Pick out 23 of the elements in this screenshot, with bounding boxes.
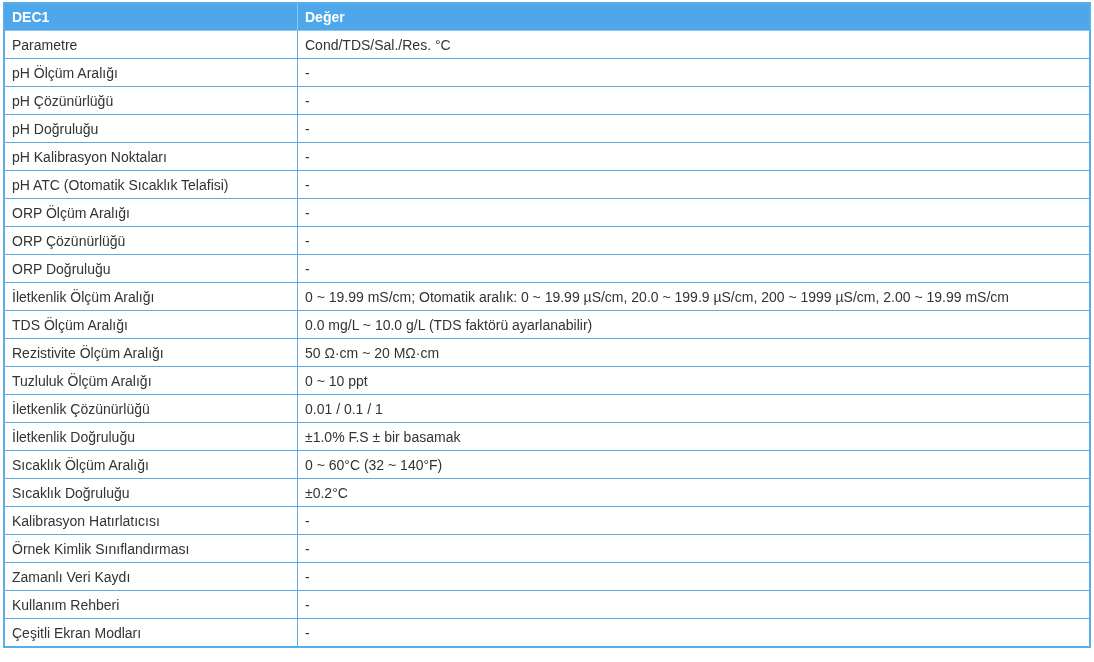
table-cell: Rezistivite Ölçüm Aralığı xyxy=(4,338,298,367)
table-cell: ORP Ölçüm Aralığı xyxy=(4,198,298,227)
table-cell: ORP Çözünürlüğü xyxy=(4,226,298,255)
table-cell: TDS Ölçüm Aralığı xyxy=(4,310,298,339)
table-cell: ORP Doğruluğu xyxy=(4,254,298,283)
table-cell: Kalibrasyon Hatırlatıcısı xyxy=(4,506,298,535)
table-cell: Sıcaklık Doğruluğu xyxy=(4,478,298,507)
table-cell: pH Kalibrasyon Noktaları xyxy=(4,142,298,171)
table-cell: Kullanım Rehberi xyxy=(4,590,298,619)
column-header: Değer xyxy=(297,3,1090,31)
table-cell: Zamanlı Veri Kaydı xyxy=(4,562,298,591)
table-cell: Parametre xyxy=(4,30,298,59)
table-cell: Tuzluluk Ölçüm Aralığı xyxy=(4,366,298,395)
column-header: DEC1 xyxy=(4,3,298,31)
table-cell: pH ATC (Otomatik Sıcaklık Telafisi) xyxy=(4,170,298,199)
table-cell: Örnek Kimlik Sınıflandırması xyxy=(4,534,298,563)
table-cell: pH Çözünürlüğü xyxy=(4,86,298,115)
table-cell: İletkenlik Çözünürlüğü xyxy=(4,394,298,423)
table-cell: Sıcaklık Ölçüm Aralığı xyxy=(4,450,298,479)
table-cell: pH Doğruluğu xyxy=(4,114,298,143)
table-cell: İletkenlik Ölçüm Aralığı xyxy=(4,282,298,311)
table-cell: İletkenlik Doğruluğu xyxy=(4,422,298,451)
table-cell: pH Ölçüm Aralığı xyxy=(4,58,298,87)
